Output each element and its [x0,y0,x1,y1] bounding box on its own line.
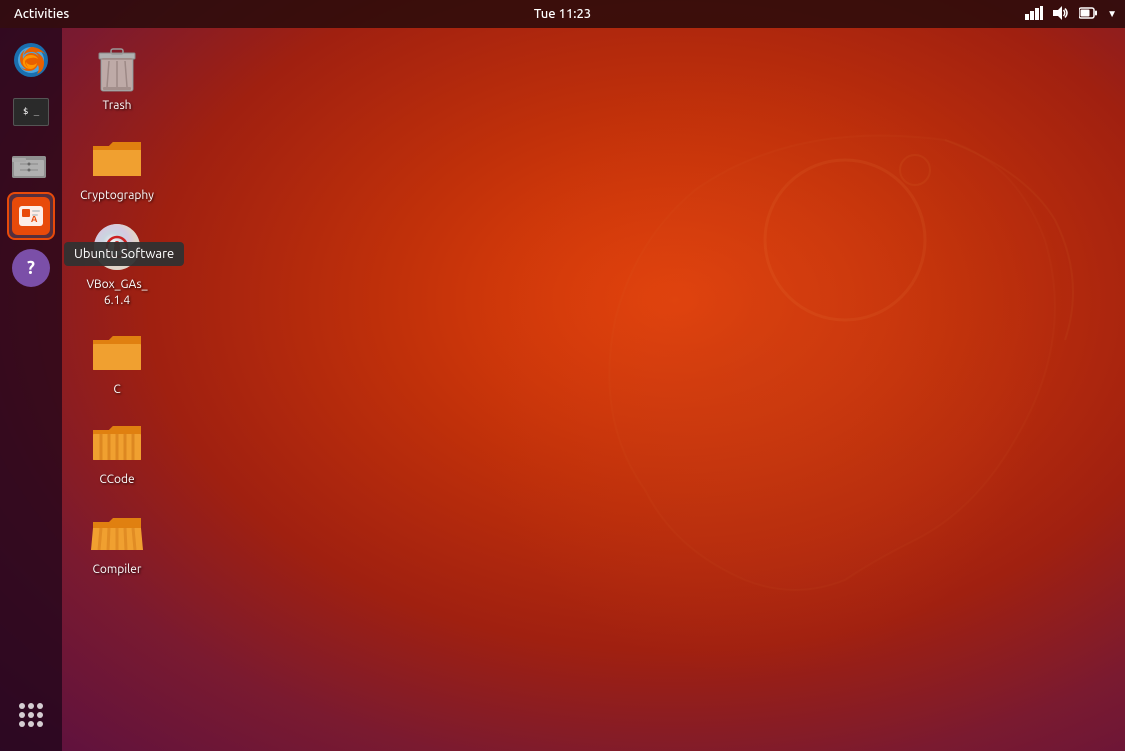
topbar-clock[interactable]: Tue 11:23 [534,7,591,21]
network-icon[interactable] [1025,6,1043,23]
desktop-icons-area: Trash Cryptography [72,38,162,581]
dock: A ? [0,28,62,751]
desktop: Activities Tue 11:23 [0,0,1125,751]
c-folder-label: C [113,382,120,398]
firefox-icon [12,41,50,79]
show-apps-icon [19,703,43,727]
help-icon: ? [12,249,50,287]
dock-item-files[interactable] [7,140,55,188]
compiler-folder-icon [91,506,143,558]
trash-icon [91,42,143,94]
dock-item-ubuntu-software[interactable]: A [7,192,55,240]
ccode-folder-icon [91,416,143,468]
dock-item-help[interactable]: ? [7,244,55,292]
terminal-icon [13,98,49,126]
desktop-icon-compiler-folder[interactable]: Compiler [72,502,162,582]
desktop-icon-cryptography[interactable]: Cryptography [72,128,162,208]
battery-icon[interactable] [1079,7,1097,22]
desktop-icon-ccode-folder[interactable]: CCode [72,412,162,492]
c-folder-icon [91,326,143,378]
dock-item-firefox[interactable] [7,36,55,84]
vbox-cd-icon [91,221,143,273]
vbox-label: VBox_GAs_6.1.4 [86,277,147,308]
topbar-left: Activities [8,7,75,21]
ubuntu-software-icon: A [12,197,50,235]
cryptography-label: Cryptography [80,188,154,204]
topbar-right: ▼ [1025,6,1117,23]
desktop-icon-vbox[interactable]: VBox_GAs_6.1.4 [72,217,162,312]
activities-button[interactable]: Activities [8,7,75,21]
volume-icon[interactable] [1053,6,1069,23]
ccode-folder-label: CCode [99,472,134,488]
trash-label: Trash [102,98,131,114]
compiler-folder-label: Compiler [93,562,142,578]
cryptography-folder-icon [91,132,143,184]
files-icon [12,148,50,180]
topbar: Activities Tue 11:23 [0,0,1125,28]
desktop-icon-c-folder[interactable]: C [72,322,162,402]
bird-silhouette [495,40,1095,700]
desktop-icon-trash[interactable]: Trash [72,38,162,118]
system-menu-arrow[interactable]: ▼ [1107,8,1117,20]
dock-item-show-apps[interactable] [7,691,55,739]
dock-item-terminal[interactable] [7,88,55,136]
